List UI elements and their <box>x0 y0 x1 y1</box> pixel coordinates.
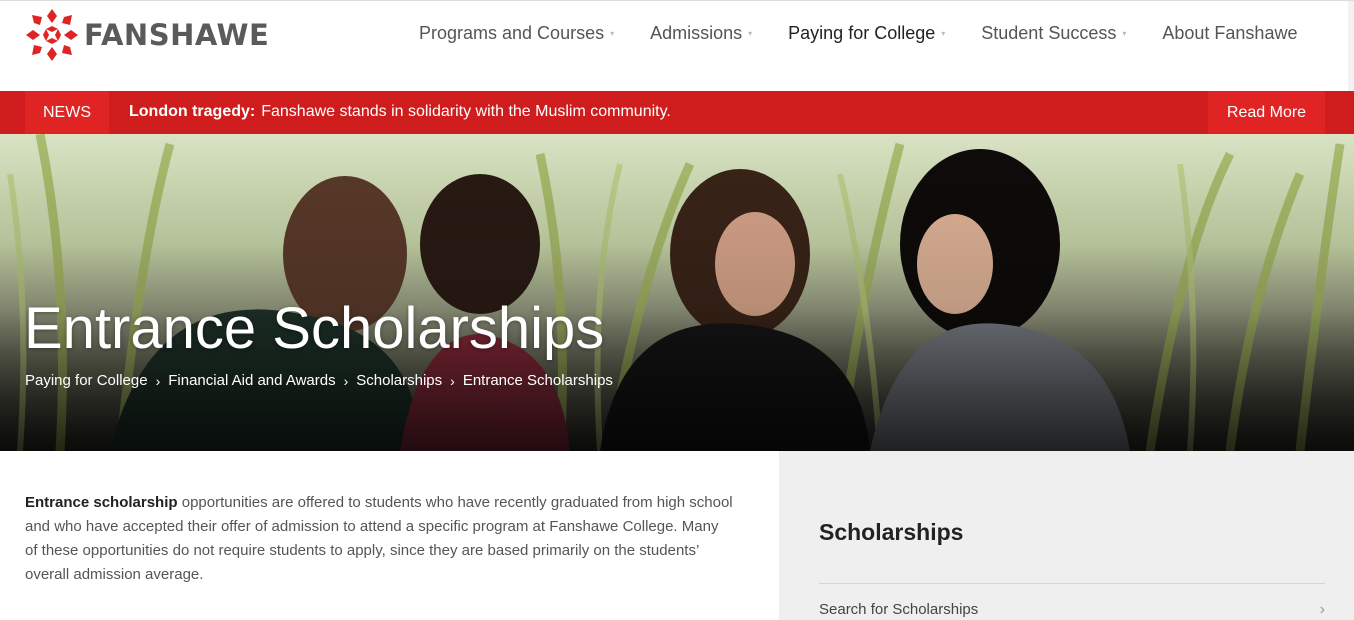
chevron-right-icon: › <box>450 372 455 389</box>
news-headline-text: Fanshawe stands in solidarity with the M… <box>261 103 671 120</box>
hero-image <box>0 134 1354 451</box>
chevron-right-icon: › <box>155 372 161 389</box>
breadcrumb: Paying for College › Financial Aid and A… <box>25 372 613 389</box>
chevron-right-icon: › <box>343 372 349 389</box>
nav-student-success[interactable]: Student Success ▾ <box>981 23 1126 44</box>
nav-label: About Fanshawe <box>1162 23 1298 43</box>
chevron-down-icon: ▾ <box>1122 29 1127 38</box>
sidebar-link-label: Search for Scholarships <box>819 601 979 618</box>
news-bar: NEWS London tragedy: Fanshawe stands in s… <box>0 91 1354 134</box>
nav-admissions[interactable]: Admissions ▾ <box>650 23 752 44</box>
nav-label: Paying for College <box>788 23 936 43</box>
site-header: FANSHAWE Programs and Courses ▾ Admissio… <box>0 0 1354 92</box>
logo-wordmark: FANSHAWE <box>84 18 270 52</box>
main-nav: Programs and Courses ▾ Admissions ▾ Payi… <box>419 23 1297 44</box>
news-headline[interactable]: London tragedy: Fanshawe stands in solida… <box>129 103 671 121</box>
sidebar: Scholarships Search for Scholarships › <box>779 451 1354 620</box>
nav-about-fanshawe[interactable]: About Fanshawe <box>1162 23 1297 44</box>
chevron-down-icon: ▾ <box>941 29 946 38</box>
nav-paying-for-college[interactable]: Paying for College ▾ <box>788 23 945 44</box>
breadcrumb-financial-aid[interactable]: Financial Aid and Awards <box>168 372 335 389</box>
sidebar-title: Scholarships <box>819 519 964 545</box>
site-logo[interactable]: FANSHAWE <box>24 7 269 63</box>
divider <box>819 583 1325 584</box>
news-headline-bold: London tragedy: <box>129 103 256 120</box>
hero-banner: Entrance Scholarships Paying for College… <box>0 134 1354 451</box>
chevron-right-icon: › <box>1319 601 1325 618</box>
page-title: Entrance Scholarships <box>24 296 605 361</box>
news-tag: NEWS <box>25 91 109 134</box>
breadcrumb-paying-for-college[interactable]: Paying for College <box>25 372 148 389</box>
nav-label: Admissions <box>650 23 743 43</box>
intro-bold: Entrance scholarship <box>25 494 178 511</box>
main-content: Entrance scholarship opportunities are o… <box>0 451 779 620</box>
fanshawe-logo-icon <box>26 9 78 61</box>
chevron-down-icon: ▾ <box>748 29 753 38</box>
nav-label: Student Success <box>981 23 1117 43</box>
breadcrumb-current: Entrance Scholarships <box>462 372 613 389</box>
intro-paragraph: Entrance scholarship opportunities are o… <box>25 491 735 587</box>
nav-programs-and-courses[interactable]: Programs and Courses ▾ <box>419 23 614 44</box>
breadcrumb-scholarships[interactable]: Scholarships <box>356 372 442 389</box>
sidebar-link-search-scholarships[interactable]: Search for Scholarships › <box>819 601 1325 619</box>
chevron-down-icon: ▾ <box>610 29 615 38</box>
scrollbar[interactable] <box>1348 1 1354 92</box>
nav-label: Programs and Courses <box>419 23 605 43</box>
read-more-button[interactable]: Read More <box>1208 91 1325 134</box>
